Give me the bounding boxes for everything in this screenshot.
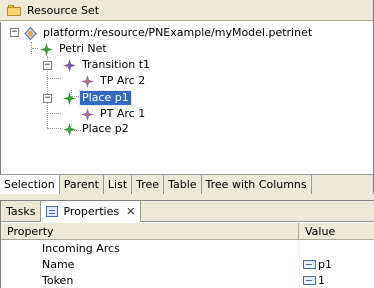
table-row[interactable]: Name p1 [1,256,374,272]
tree-item-label: Place p1 [79,90,132,106]
properties-icon [46,206,59,217]
arc-icon [81,74,94,88]
property-name: Name [42,257,75,271]
column-header-value[interactable]: Value [299,223,374,239]
tree-item-petri-net[interactable]: Petri Net [40,41,109,57]
tab-label: Properties [63,205,120,218]
value-text: p1 [318,257,332,271]
tree-item-label: platform:/resource/PNExample/myModel.pet… [43,26,313,39]
tree-item-place-p2[interactable]: Place p2 [63,121,131,137]
tab-parent[interactable]: Parent [60,175,104,194]
expander-resource[interactable]: − [10,28,19,37]
property-value[interactable]: 1 [299,272,374,288]
place-icon [63,91,76,105]
tab-table[interactable]: Table [164,175,202,194]
editor-page-tabs: Selection Parent List Tree Table Tree wi… [0,174,373,194]
tree-item-tp-arc-2[interactable]: TP Arc 2 [81,73,147,89]
tab-tasks[interactable]: Tasks [1,201,40,221]
resource-file-icon [24,26,37,40]
petri-net-icon [40,42,53,56]
place-icon [63,122,76,136]
arc-icon [81,107,94,121]
editor-title: Resource Set [27,3,100,17]
properties-view-tabs: Tasks Properties ✕ [1,201,374,222]
transition-icon [63,58,76,72]
number-value-icon [303,275,316,285]
tree-item-label: Transition t1 [82,58,151,71]
expander-place-p1[interactable]: − [43,94,52,103]
model-tree[interactable]: − − − platform:/resource/PNExample/myMod… [0,22,373,174]
close-icon[interactable]: ✕ [126,205,135,218]
tree-item-pt-arc-1[interactable]: PT Arc 1 [81,106,147,122]
tree-item-label: PT Arc 1 [100,107,146,120]
eclipse-window: Resource Set − − − platform:/resource/PN… [0,0,374,288]
text-value-icon [303,259,316,269]
property-name: Incoming Arcs [42,241,120,255]
resource-set-editor: Resource Set − − − platform:/resource/PN… [0,0,374,194]
table-row[interactable]: Incoming Arcs [1,240,374,256]
property-value[interactable]: p1 [299,256,374,272]
properties-view: Tasks Properties ✕ Property Value Incomi… [0,200,374,288]
folder-icon [7,4,21,16]
tab-tree[interactable]: Tree [132,175,165,194]
tab-selection[interactable]: Selection [0,175,60,194]
table-row[interactable]: Token 1 [1,272,374,288]
tree-item-place-p1[interactable]: Place p1 [63,90,132,106]
property-value[interactable] [299,240,374,256]
tab-tree-with-columns[interactable]: Tree with Columns [202,175,312,194]
tab-list[interactable]: List [104,175,133,194]
expander-transition[interactable]: − [43,61,52,70]
properties-table-header: Property Value [1,223,374,240]
editor-title-bar: Resource Set [0,0,373,21]
tree-item-transition-t1[interactable]: Transition t1 [63,57,152,73]
tree-item-label: TP Arc 2 [100,74,146,87]
tree-item-label: Petri Net [59,42,107,55]
column-header-property[interactable]: Property [1,223,299,239]
tab-label: Tasks [6,204,36,218]
tab-properties[interactable]: Properties ✕ [40,201,142,222]
value-text: 1 [318,273,325,287]
tree-item-resource[interactable]: platform:/resource/PNExample/myModel.pet… [24,25,314,41]
tree-item-label: Place p2 [82,122,129,135]
property-name: Token [42,273,74,287]
